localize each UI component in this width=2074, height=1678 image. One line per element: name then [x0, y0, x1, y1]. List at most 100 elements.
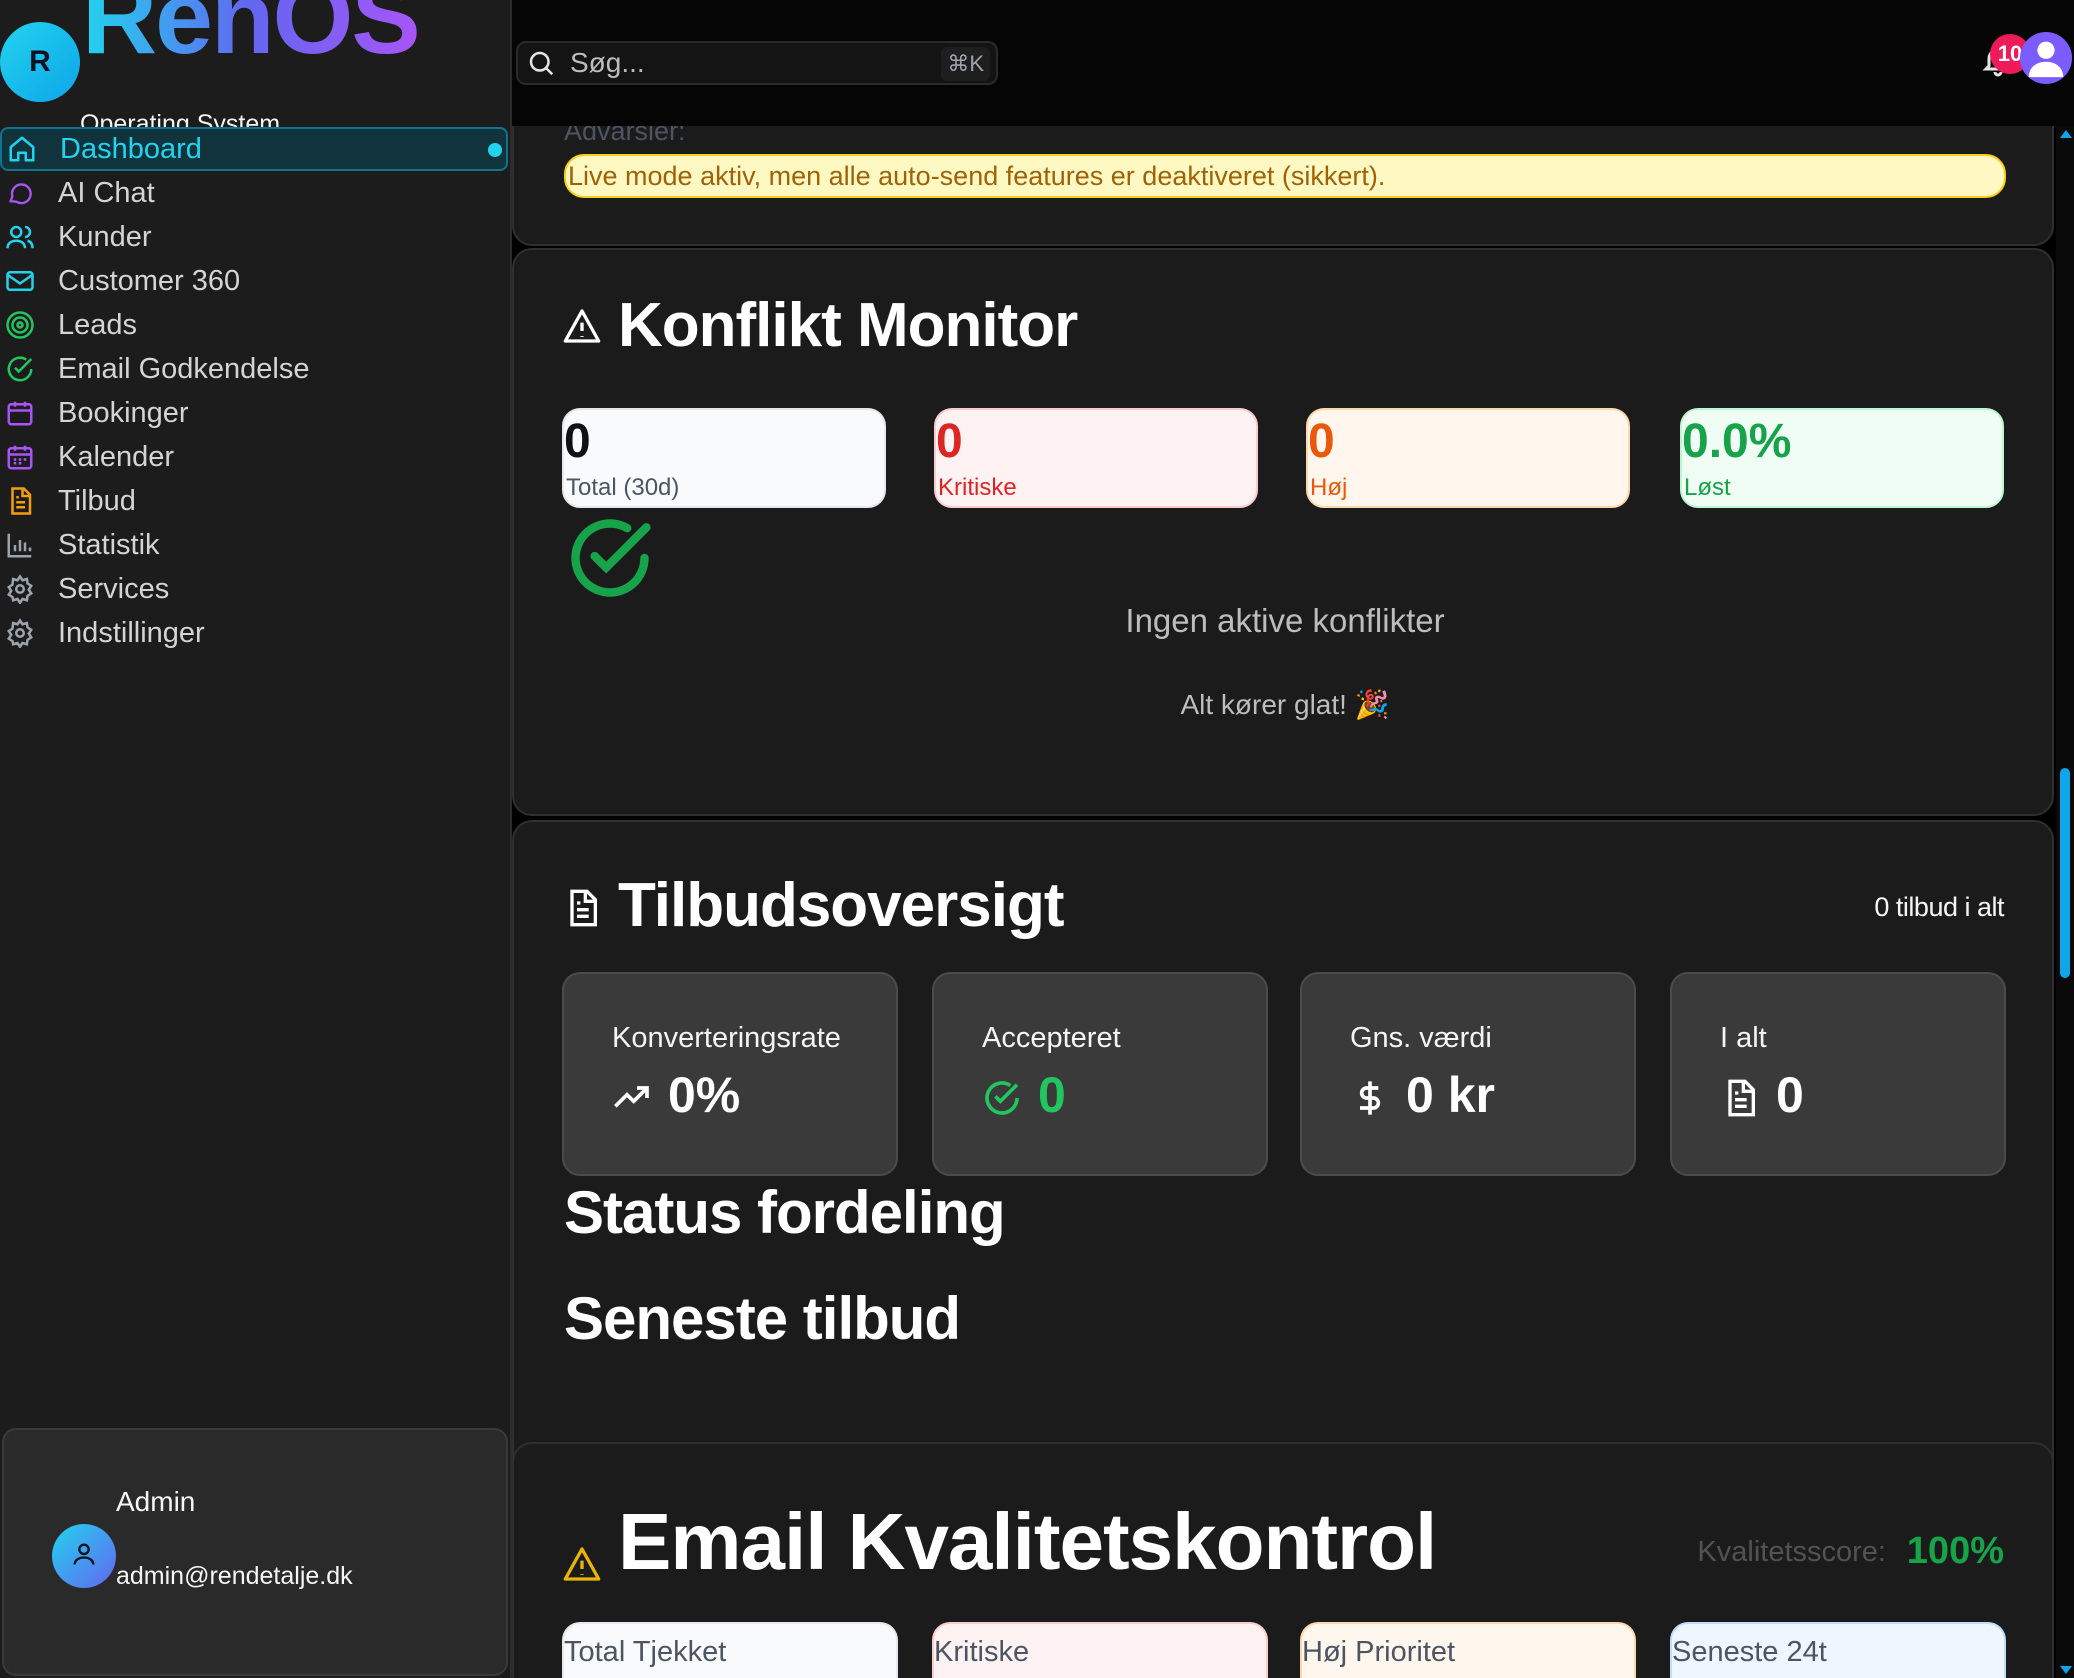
quality-stat-recent: Seneste 24t [1670, 1622, 2006, 1678]
quality-stat-high: Høj Prioritet [1300, 1622, 1636, 1678]
stat-total: 0 Total (30d) [562, 408, 886, 508]
search-box[interactable]: ⌘K [516, 41, 998, 85]
document-icon [562, 888, 602, 928]
section-title: Email Kvalitetskontrol [618, 1497, 1437, 1586]
main-content: Advarsler: Live mode aktiv, men alle aut… [512, 126, 2056, 1678]
sidebar-item-services[interactable]: Services [0, 567, 510, 611]
top-bar: ⌘K 10 [512, 0, 2074, 126]
empty-state-title: Ingen aktive konflikter [1125, 602, 1445, 639]
stat-caption: Kritiske [934, 1636, 1030, 1668]
metric-card-total: I alt 0 [1670, 972, 2006, 1176]
scroll-down-arrow[interactable] [2060, 1666, 2072, 1674]
sidebar-item-label: Services [58, 572, 170, 605]
sidebar-item-statistik[interactable]: Statistik [0, 523, 510, 567]
sidebar-item-label: Statistik [58, 528, 160, 561]
empty-state-subtitle: Alt kører glat! 🎉 [1180, 689, 1390, 720]
quality-stat-critical: Kritiske [932, 1622, 1268, 1678]
active-indicator [488, 143, 502, 157]
warnings-heading: Advarsler: [564, 126, 686, 146]
sidebar-item-bookinger[interactable]: Bookinger [0, 391, 510, 435]
stat-value: 0 [1308, 415, 1335, 468]
metric-value: 0 [1038, 1067, 1066, 1123]
sidebar-item-tilbud[interactable]: Tilbud [0, 479, 510, 523]
status-distribution-heading: Status fordeling [564, 1179, 1006, 1246]
user-profile-card[interactable]: Admin admin@rendetalje.dk [2, 1428, 508, 1676]
metric-value: 0 [1776, 1067, 1804, 1123]
sidebar-item-label: Kalender [58, 440, 175, 473]
stat-value: 0 [936, 415, 963, 468]
gear-icon [2, 615, 38, 651]
sidebar-item-ai-chat[interactable]: AI Chat [0, 171, 510, 215]
email-quality-card: Email Kvalitetskontrol Kvalitetsscore: 1… [512, 1442, 2054, 1678]
metric-card-conversion: Konverteringsrate 0% [562, 972, 898, 1176]
sidebar: R RenOS Operating System Dashboard AI Ch… [0, 0, 512, 1678]
quality-score-label: Kvalitetsscore: [1697, 1536, 1886, 1568]
stat-caption: Løst [1684, 474, 1731, 501]
metric-value: 0% [668, 1067, 741, 1123]
stat-caption: Høj Prioritet [1302, 1636, 1456, 1668]
user-avatar [52, 1524, 116, 1588]
section-title: Tilbudsoversigt [618, 871, 1064, 940]
stat-resolved: 0.0% Løst [1680, 408, 2004, 508]
check-circle-icon [2, 351, 38, 387]
check-circle-icon [564, 512, 656, 604]
stat-caption: Total Tjekket [564, 1636, 727, 1668]
stat-caption: Total (30d) [566, 474, 680, 501]
avatar[interactable] [2020, 32, 2072, 84]
sidebar-item-label: Bookinger [58, 396, 189, 429]
bar-chart-icon [2, 527, 38, 563]
brand-avatar: R [0, 22, 80, 102]
metric-card-average-value: Gns. værdi 0 kr [1300, 972, 1636, 1176]
mail-icon [2, 263, 38, 299]
search-icon [526, 48, 556, 78]
users-icon [2, 219, 38, 255]
sidebar-item-label: Dashboard [60, 132, 202, 165]
warning-message: Live mode aktiv, men alle auto-send feat… [564, 154, 2006, 198]
home-icon [4, 131, 40, 167]
conflict-monitor-card: Konflikt Monitor 0 Total (30d) 0 Kritisk… [512, 248, 2054, 816]
metric-label: I alt [1720, 1022, 1767, 1054]
calendar-icon [2, 395, 38, 431]
metric-label: Konverteringsrate [612, 1022, 841, 1054]
stat-value: 0 [564, 415, 591, 468]
sidebar-item-label: Kunder [58, 220, 152, 253]
section-title: Konflikt Monitor [618, 291, 1078, 360]
stat-high: 0 Høj [1306, 408, 1630, 508]
gear-icon [2, 571, 38, 607]
metric-value: 0 kr [1406, 1067, 1495, 1123]
stat-caption: Høj [1310, 474, 1348, 501]
sidebar-item-customer-360[interactable]: Customer 360 [0, 259, 510, 303]
sidebar-item-label: AI Chat [58, 176, 155, 209]
scrollbar-thumb[interactable] [2060, 768, 2070, 978]
sidebar-item-kunder[interactable]: Kunder [0, 215, 510, 259]
sidebar-item-leads[interactable]: Leads [0, 303, 510, 347]
user-icon [2023, 33, 2069, 84]
search-input[interactable] [570, 47, 930, 79]
latest-offers-heading: Seneste tilbud [564, 1285, 961, 1352]
stat-caption: Seneste 24t [1672, 1636, 1827, 1668]
trending-up-icon [612, 1078, 652, 1118]
sidebar-item-label: Customer 360 [58, 264, 241, 297]
warning-triangle-icon [562, 1544, 602, 1584]
sidebar-item-indstillinger[interactable]: Indstillinger [0, 611, 510, 655]
sidebar-item-label: Leads [58, 308, 138, 341]
sidebar-item-email-godkendelse[interactable]: Email Godkendelse [0, 347, 510, 391]
sidebar-item-label: Tilbud [58, 484, 136, 517]
sidebar-item-label: Email Godkendelse [58, 352, 310, 385]
scroll-up-arrow[interactable] [2060, 130, 2072, 138]
chat-bubble-icon [2, 175, 38, 211]
document-icon [2, 483, 38, 519]
scrollbar[interactable] [2056, 126, 2074, 1678]
sidebar-item-label: Indstillinger [58, 616, 205, 649]
offers-count: 0 tilbud i alt [1874, 892, 2004, 922]
stat-critical: 0 Kritiske [934, 408, 1258, 508]
sidebar-item-dashboard[interactable]: Dashboard [0, 127, 508, 171]
document-icon [1720, 1078, 1760, 1118]
brand-logo-text: RenOS [82, 0, 421, 70]
user-name: Admin [116, 1486, 196, 1517]
shortcut-hint: ⌘K [941, 47, 990, 81]
sidebar-item-kalender[interactable]: Kalender [0, 435, 510, 479]
metric-label: Accepteret [982, 1022, 1121, 1054]
calendar-days-icon [2, 439, 38, 475]
quality-score-value: 100% [1906, 1530, 2004, 1572]
